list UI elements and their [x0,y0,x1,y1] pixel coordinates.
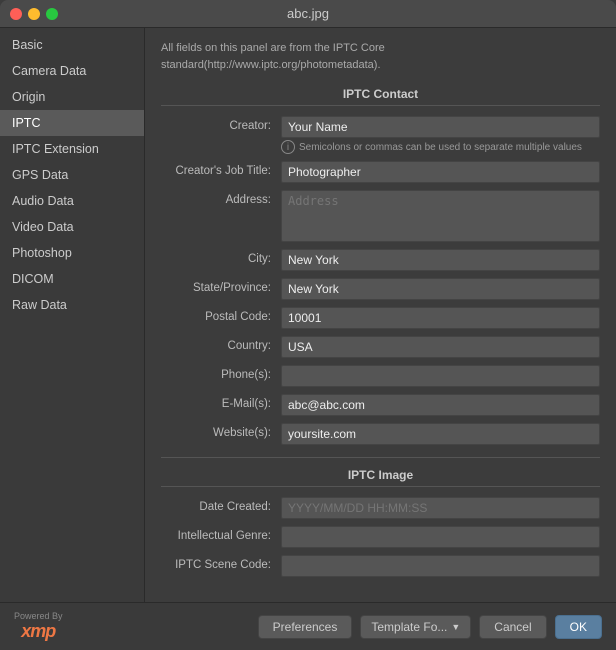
country-field [281,336,600,358]
job-title-row: Creator's Job Title: [161,161,600,183]
intellectual-genre-row: Intellectual Genre: [161,526,600,548]
city-input[interactable] [281,249,600,271]
xmp-logo: xmp [21,621,55,642]
date-created-field [281,497,600,519]
minimize-button[interactable] [28,8,40,20]
iptc-scene-field [281,555,600,577]
sidebar-item-origin[interactable]: Origin [0,84,144,110]
email-field [281,394,600,416]
country-label: Country: [161,336,281,352]
phone-field [281,365,600,387]
sidebar: Basic Camera Data Origin IPTC IPTC Exten… [0,28,145,602]
iptc-scene-label: IPTC Scene Code: [161,555,281,571]
intellectual-genre-field [281,526,600,548]
powered-by-text: Powered By [14,611,63,621]
section-divider [161,457,600,458]
sidebar-item-video-data[interactable]: Video Data [0,214,144,240]
intellectual-genre-label: Intellectual Genre: [161,526,281,542]
sidebar-item-iptc-extension[interactable]: IPTC Extension [0,136,144,162]
job-title-input[interactable] [281,161,600,183]
website-field [281,423,600,445]
creator-label: Creator: [161,116,281,132]
creator-row: Creator: i Semicolons or commas can be u… [161,116,600,154]
email-label: E-Mail(s): [161,394,281,410]
website-row: Website(s): [161,423,600,445]
phone-input[interactable] [281,365,600,387]
info-icon: i [281,140,295,154]
sidebar-item-gps-data[interactable]: GPS Data [0,162,144,188]
close-button[interactable] [10,8,22,20]
phone-label: Phone(s): [161,365,281,381]
state-input[interactable] [281,278,600,300]
creator-input[interactable] [281,116,600,138]
ok-button[interactable]: OK [555,615,602,639]
postal-input[interactable] [281,307,600,329]
date-created-row: Date Created: [161,497,600,519]
website-label: Website(s): [161,423,281,439]
job-title-label: Creator's Job Title: [161,161,281,177]
info-text: All fields on this panel are from the IP… [161,40,600,73]
address-input[interactable] [281,190,600,242]
main-layout: Basic Camera Data Origin IPTC IPTC Exten… [0,28,616,602]
window-title: abc.jpg [287,6,329,21]
sidebar-item-camera-data[interactable]: Camera Data [0,58,144,84]
creator-hint-row: i Semicolons or commas can be used to se… [281,140,600,154]
creator-hint-text: Semicolons or commas can be used to sepa… [299,142,582,153]
job-title-field [281,161,600,183]
content-area: All fields on this panel are from the IP… [145,28,616,602]
state-label: State/Province: [161,278,281,294]
template-label: Template Fo... [371,620,447,634]
sidebar-item-photoshop[interactable]: Photoshop [0,240,144,266]
cancel-button[interactable]: Cancel [479,615,546,639]
sidebar-item-basic[interactable]: Basic [0,32,144,58]
postal-field [281,307,600,329]
city-row: City: [161,249,600,271]
postal-label: Postal Code: [161,307,281,323]
phone-row: Phone(s): [161,365,600,387]
chevron-down-icon: ▼ [451,622,460,632]
email-input[interactable] [281,394,600,416]
address-label: Address: [161,190,281,206]
email-row: E-Mail(s): [161,394,600,416]
postal-row: Postal Code: [161,307,600,329]
sidebar-item-dicom[interactable]: DICOM [0,266,144,292]
template-button[interactable]: Template Fo... ▼ [360,615,471,639]
window-controls [10,8,58,20]
iptc-scene-input[interactable] [281,555,600,577]
address-row: Address: [161,190,600,242]
sidebar-item-iptc[interactable]: IPTC [0,110,144,136]
maximize-button[interactable] [46,8,58,20]
city-label: City: [161,249,281,265]
creator-field: i Semicolons or commas can be used to se… [281,116,600,154]
iptc-contact-header: IPTC Contact [161,87,600,106]
title-bar: abc.jpg [0,0,616,28]
country-row: Country: [161,336,600,358]
xmp-branding: Powered By xmp [14,611,63,642]
preferences-button[interactable]: Preferences [258,615,353,639]
city-field [281,249,600,271]
date-created-input[interactable] [281,497,600,519]
sidebar-item-audio-data[interactable]: Audio Data [0,188,144,214]
state-field [281,278,600,300]
intellectual-genre-input[interactable] [281,526,600,548]
footer: Powered By xmp Preferences Template Fo..… [0,602,616,650]
sidebar-item-raw-data[interactable]: Raw Data [0,292,144,318]
country-input[interactable] [281,336,600,358]
website-input[interactable] [281,423,600,445]
state-row: State/Province: [161,278,600,300]
iptc-scene-row: IPTC Scene Code: [161,555,600,577]
address-field [281,190,600,242]
iptc-image-header: IPTC Image [161,468,600,487]
date-created-label: Date Created: [161,497,281,513]
